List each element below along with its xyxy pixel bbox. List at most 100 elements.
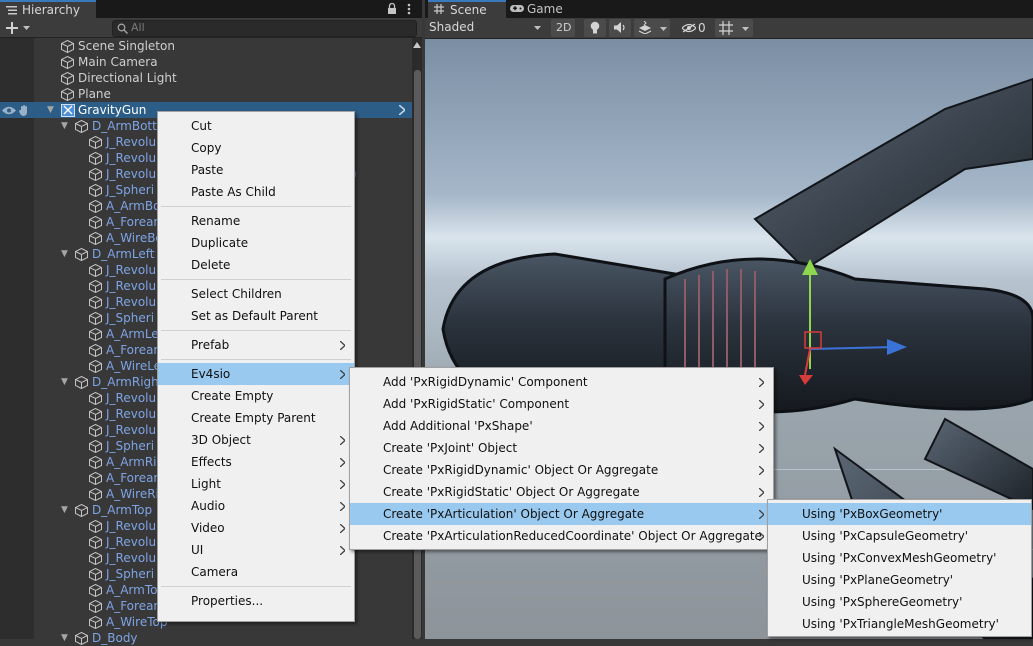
lightbulb-icon: [590, 21, 600, 34]
menu-item-label: Cut: [191, 119, 212, 133]
menu-separator: [161, 330, 351, 331]
ev4sio-menu-item[interactable]: Create 'PxArticulationReducedCoordinate'…: [350, 525, 773, 547]
chevron-down-icon: [660, 27, 667, 31]
scroll-up-arrow-icon[interactable]: [413, 42, 421, 48]
ev4sio-menu-item[interactable]: Create 'PxRigidDynamic' Object Or Aggreg…: [350, 459, 773, 481]
gameobject-cube-icon: [89, 360, 102, 373]
chevron-right-icon[interactable]: [399, 105, 405, 115]
hand-pick-icon[interactable]: [19, 105, 29, 116]
effects-dropdown[interactable]: [634, 19, 670, 37]
expand-arrow-icon[interactable]: ▼: [61, 502, 68, 518]
context-menu-item[interactable]: Video: [158, 517, 354, 539]
chevron-down-icon: [742, 27, 749, 31]
hierarchy-item[interactable]: Main Camera: [0, 54, 412, 70]
hidden-objects-count: 0: [698, 21, 706, 35]
context-menu-item[interactable]: 3D Object: [158, 429, 354, 451]
expand-arrow-icon[interactable]: ▼: [61, 118, 68, 134]
search-placeholder: All: [131, 21, 145, 34]
geometry-menu-item[interactable]: Using 'PxSphereGeometry': [768, 591, 1031, 613]
gameobject-cube-icon: [89, 232, 102, 245]
context-menu-item[interactable]: Create Empty Parent: [158, 407, 354, 429]
hierarchy-item[interactable]: Scene Singleton: [0, 38, 412, 54]
ev4sio-menu-item[interactable]: Create 'PxJoint' Object: [350, 437, 773, 459]
gameobject-cube-icon: [89, 168, 102, 181]
tab-game[interactable]: Game: [508, 0, 570, 18]
context-menu-item[interactable]: Set as Default Parent: [158, 305, 354, 327]
gameobject-cube-icon: [89, 488, 102, 501]
expand-arrow-icon[interactable]: ▼: [61, 246, 68, 262]
context-menu-item[interactable]: Effects: [158, 451, 354, 473]
menu-item-label: Set as Default Parent: [191, 309, 319, 323]
context-menu-item[interactable]: Rename: [158, 210, 354, 232]
more-options-icon[interactable]: [407, 3, 411, 15]
add-object-button[interactable]: [4, 19, 34, 36]
hierarchy-item-label: D_ArmRight: [92, 375, 164, 389]
geometry-menu-item[interactable]: Using 'PxCapsuleGeometry': [768, 525, 1031, 547]
hierarchy-tab[interactable]: Hierarchy: [0, 0, 96, 18]
context-menu-item[interactable]: Create Empty: [158, 385, 354, 407]
lock-icon[interactable]: [387, 3, 397, 15]
geometry-menu-item[interactable]: Using 'PxTriangleMeshGeometry': [768, 613, 1031, 635]
submenu-arrow-icon: [340, 524, 345, 533]
gameobject-cube-icon: [89, 472, 102, 485]
geometry-menu-item[interactable]: Using 'PxPlaneGeometry': [768, 569, 1031, 591]
context-menu-item[interactable]: Ev4sio: [158, 363, 354, 385]
context-menu-item[interactable]: UI: [158, 539, 354, 561]
context-menu-item[interactable]: Light: [158, 473, 354, 495]
submenu-arrow-icon: [759, 488, 764, 497]
context-menu-item[interactable]: Properties...: [158, 590, 354, 612]
grid-snapping-dropdown[interactable]: [715, 19, 753, 37]
context-menu-item[interactable]: Cut: [158, 115, 354, 137]
gameobject-cube-icon: [75, 376, 88, 389]
ev4sio-menu-item[interactable]: Add 'PxRigidStatic' Component: [350, 393, 773, 415]
menu-item-label: Prefab: [191, 338, 230, 352]
context-menu-item[interactable]: Copy: [158, 137, 354, 159]
context-menu-item[interactable]: Duplicate: [158, 232, 354, 254]
shading-mode-dropdown[interactable]: Shaded: [425, 18, 547, 38]
submenu-arrow-icon: [340, 546, 345, 555]
menu-separator: [161, 359, 351, 360]
hierarchy-item-label: J_Revolu: [106, 535, 157, 549]
hierarchy-item-label: J_Spheri: [106, 439, 155, 453]
hierarchy-item-label: Scene Singleton: [78, 39, 175, 53]
hierarchy-item-label: J_Revolu: [106, 279, 157, 293]
hierarchy-search-input[interactable]: All: [112, 20, 417, 37]
hierarchy-item[interactable]: Directional Light: [0, 70, 412, 86]
tab-scene[interactable]: Scene: [428, 0, 506, 18]
gameobject-cube-icon: [89, 456, 102, 469]
ev4sio-menu-item[interactable]: Create 'PxRigidStatic' Object Or Aggrega…: [350, 481, 773, 503]
geometry-menu-item[interactable]: Using 'PxConvexMeshGeometry': [768, 547, 1031, 569]
expand-arrow-icon[interactable]: ▼: [47, 102, 54, 118]
context-menu-item[interactable]: Camera: [158, 561, 354, 583]
ev4sio-menu-item[interactable]: Create 'PxArticulation' Object Or Aggreg…: [350, 503, 773, 525]
gameobject-cube-icon: [89, 136, 102, 149]
gameobject-cube-icon: [61, 72, 74, 85]
hierarchy-item-label: A_ArmBo: [106, 199, 161, 213]
context-menu-item[interactable]: Prefab: [158, 334, 354, 356]
toggle-2d-button[interactable]: 2D: [551, 19, 575, 37]
ev4sio-submenu: Add 'PxRigidDynamic' Component Add 'PxRig…: [349, 367, 774, 550]
context-menu-item[interactable]: Delete: [158, 254, 354, 276]
ev4sio-menu-item[interactable]: Add Additional 'PxShape': [350, 415, 773, 437]
context-menu-item[interactable]: Select Children: [158, 283, 354, 305]
hierarchy-item[interactable]: Plane: [0, 86, 412, 102]
expand-arrow-icon[interactable]: ▼: [61, 630, 68, 646]
scene-visibility-toggle[interactable]: 0: [680, 19, 710, 37]
scrollbar-thumb[interactable]: [414, 70, 421, 639]
eye-icon[interactable]: [2, 106, 16, 115]
ev4sio-menu-item[interactable]: Add 'PxRigidDynamic' Component: [350, 371, 773, 393]
context-menu-item[interactable]: Audio: [158, 495, 354, 517]
hierarchy-tab-label: Hierarchy: [22, 3, 81, 17]
context-menu-item[interactable]: Paste As Child: [158, 181, 354, 203]
geometry-menu-item[interactable]: Using 'PxBoxGeometry': [768, 503, 1031, 525]
expand-arrow-icon[interactable]: ▼: [61, 374, 68, 390]
toggle-2d-label: 2D: [556, 21, 572, 34]
context-menu-item[interactable]: Paste: [158, 159, 354, 181]
lighting-toggle[interactable]: [584, 19, 606, 37]
gameobject-cube-icon: [89, 344, 102, 357]
audio-toggle[interactable]: [609, 19, 631, 37]
gamepad-icon: [510, 5, 524, 12]
hierarchy-item[interactable]: ▼ D_Body: [0, 630, 412, 646]
hierarchy-item-label: J_Revolu: [106, 151, 157, 165]
gameobject-cube-icon: [89, 392, 102, 405]
